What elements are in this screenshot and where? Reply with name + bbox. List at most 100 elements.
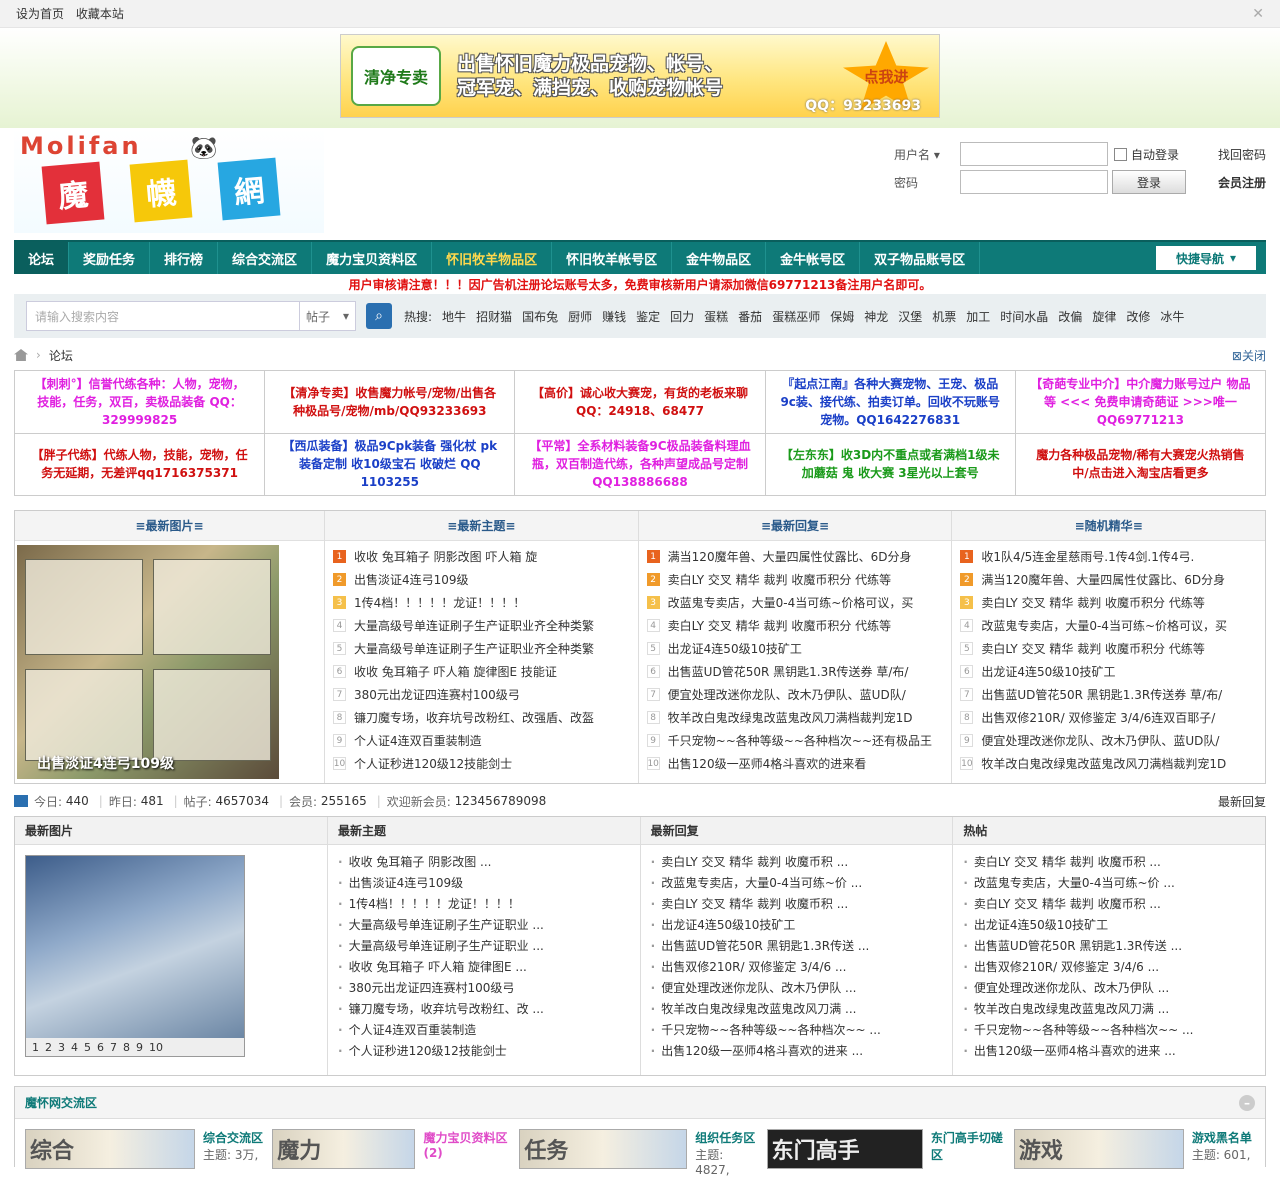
find-password-link[interactable]: 找回密码 xyxy=(1218,146,1266,163)
nav-item-rewards[interactable]: 奖励任务 xyxy=(69,242,151,274)
list-item[interactable]: 千只宠物~~各种等级~~各种档次~~ ... xyxy=(963,1019,1255,1040)
list-item[interactable]: 5 出龙证4连50级10技矿工 xyxy=(646,637,944,660)
list-item[interactable]: 4 大量高级号单连证刷子生产证职业齐全种类繁 xyxy=(333,614,630,637)
list-item[interactable]: 4 卖白LY 交叉 精华 裁判 收魔币积分 代练等 xyxy=(646,614,944,637)
list-item[interactable]: 卖白LY 交叉 精华 裁判 收魔币积 ... xyxy=(963,893,1255,914)
search-icon[interactable]: ⌕ xyxy=(366,303,392,329)
pager-number[interactable]: 10 xyxy=(149,1041,163,1054)
list-item-title[interactable]: 出龙证4连50级10技矿工 xyxy=(668,640,802,657)
ad-cell[interactable]: 【胖子代练】代练人物，技能，宠物，任务无延期，无差评qq1716375371 xyxy=(15,433,266,496)
list-item[interactable]: 1 收收 兔耳箱子 阴影改图 吓人箱 旋 xyxy=(333,545,630,568)
collapse-icon[interactable]: – xyxy=(1239,1094,1255,1111)
nav-item-taurus-accounts[interactable]: 金牛帐号区 xyxy=(766,242,861,274)
ad-cell[interactable]: 【高价】诚心收大赛宠，有货的老板来聊 QQ：24918、68477 xyxy=(515,371,766,434)
list-item-title[interactable]: 镰刀魔专场，收弃坑号改粉红、改强盾、改盔 xyxy=(354,709,594,726)
hot-item[interactable]: 冰牛 xyxy=(1160,308,1184,325)
zone-forum-item[interactable]: 东门高手 东门高手切磋区 xyxy=(766,1129,1008,1177)
hot-item[interactable]: 蛋糕 xyxy=(704,308,728,325)
pager-number[interactable]: 3 xyxy=(58,1041,65,1054)
list-item[interactable]: 7 便宜处理改迷你龙队、改木乃伊队、蓝UD队/ xyxy=(646,683,944,706)
list-item[interactable]: 10 牧羊改白鬼改绿鬼改蓝鬼改风刀满档裁判宠1D xyxy=(960,752,1257,775)
nav-item-forum[interactable]: 论坛 xyxy=(14,242,70,274)
list-item-title[interactable]: 收收 兔耳箱子 吓人箱 旋律图E 技能证 xyxy=(354,663,557,680)
list-item[interactable]: 牧羊改白鬼改绿鬼改蓝鬼改风刀满 ... xyxy=(963,998,1255,1019)
list-item[interactable]: 9 千只宠物~~各种等级~~各种档次~~还有极品王 xyxy=(646,729,944,752)
list-item[interactable]: 出售120级一巫师4格斗喜欢的进来 ... xyxy=(651,1040,943,1061)
search-type-select[interactable]: 帖子 ▾ xyxy=(300,301,356,331)
pager-number[interactable]: 9 xyxy=(136,1041,143,1054)
hot-item[interactable]: 机票 xyxy=(932,308,956,325)
zone-forum-item[interactable]: 任务 组织任务区 主题: 4827, xyxy=(519,1129,760,1177)
list-item-title[interactable]: 牧羊改白鬼改绿鬼改蓝鬼改风刀满档裁判宠1D xyxy=(668,709,913,726)
list-item[interactable]: 2 出售淡证4连弓109级 xyxy=(333,568,630,591)
list-item-title[interactable]: 大量高级号单连证刷子生产证职业齐全种类繁 xyxy=(354,617,594,634)
hot-item[interactable]: 赚钱 xyxy=(602,308,626,325)
nav-item-gemini[interactable]: 双子物品账号区 xyxy=(860,242,981,274)
hot-item[interactable]: 国布兔 xyxy=(522,308,558,325)
pager-number[interactable]: 8 xyxy=(123,1041,130,1054)
list-item-title[interactable]: 卖白LY 交叉 精华 裁判 收魔币积分 代练等 xyxy=(981,594,1205,611)
forum-name[interactable]: 组织任务区 xyxy=(695,1129,760,1146)
list-item-title[interactable]: 380元出龙证四连赛村100级弓 xyxy=(354,686,520,703)
forum-thumbnail[interactable]: 综合 xyxy=(25,1129,195,1169)
list-item[interactable]: 出龙证4连50级10技矿工 xyxy=(651,914,943,935)
list-item[interactable]: 7 380元出龙证四连赛村100级弓 xyxy=(333,683,630,706)
forum-thumbnail[interactable]: 游戏 xyxy=(1013,1129,1184,1169)
list-item[interactable]: 出售蓝UD管花50R 黑钥匙1.3R传送 ... xyxy=(651,935,943,956)
list-item[interactable]: 便宜处理改迷你龙队、改木乃伊队 ... xyxy=(963,977,1255,998)
hot-item[interactable]: 保姆 xyxy=(830,308,854,325)
list-item[interactable]: 10 出售120级一巫师4格斗喜欢的进来看 xyxy=(646,752,944,775)
hot-item[interactable]: 汉堡 xyxy=(898,308,922,325)
zone-forum-item[interactable]: 游戏 游戏黑名单 主题: 601, xyxy=(1013,1129,1255,1177)
list-item[interactable]: 收收 兔耳箱子 阴影改图 ... xyxy=(338,851,630,872)
list-item[interactable]: 8 牧羊改白鬼改绿鬼改蓝鬼改风刀满档裁判宠1D xyxy=(646,706,944,729)
list-item[interactable]: 2 满当120魔年兽、大量四属性仗露比、6D分身 xyxy=(960,568,1257,591)
list-item-title[interactable]: 卖白LY 交叉 精华 裁判 收魔币积分 代练等 xyxy=(981,640,1205,657)
list-item[interactable]: 6 出售蓝UD管花50R 黑钥匙1.3R传送券 草/布/ xyxy=(646,660,944,683)
newest-member-link[interactable]: 123456789098 xyxy=(455,794,547,808)
list-item[interactable]: 出售淡证4连弓109级 xyxy=(338,872,630,893)
hot-item[interactable]: 时间水晶 xyxy=(1000,308,1048,325)
latest-reply-link[interactable]: 最新回复 xyxy=(1218,793,1266,810)
close-link[interactable]: ⊠关闭 xyxy=(1232,347,1266,364)
list-item-title[interactable]: 出售120级一巫师4格斗喜欢的进来看 xyxy=(668,755,867,772)
list-item[interactable]: 牧羊改白鬼改绿鬼改蓝鬼改风刀满 ... xyxy=(651,998,943,1019)
zone-title[interactable]: 魔怀网交流区 xyxy=(25,1094,97,1111)
pager-number[interactable]: 2 xyxy=(45,1041,52,1054)
nav-item-taurus-items[interactable]: 金牛物品区 xyxy=(672,242,767,274)
forum-name[interactable]: 综合交流区 xyxy=(203,1129,263,1146)
ad-cell[interactable]: 【清净专卖】收售魔力帐号/宠物/出售各种极品号/宠物/mb/QQ93233693 xyxy=(265,371,516,434)
list-item-title[interactable]: 出售蓝UD管花50R 黑钥匙1.3R传送券 草/布/ xyxy=(981,686,1222,703)
forum-name[interactable]: 东门高手切磋区 xyxy=(931,1129,1008,1163)
pager-number[interactable]: 5 xyxy=(84,1041,91,1054)
hot-item[interactable]: 旋律 xyxy=(1092,308,1116,325)
login-button[interactable]: 登录 xyxy=(1112,170,1186,194)
username-label[interactable]: 用户名 ▾ xyxy=(894,146,960,163)
quick-nav-button[interactable]: 快捷导航 ▾ xyxy=(1155,246,1256,270)
ad-cell[interactable]: 【奇葩专业中介】中介魔力账号过户 物品等 <<< 免费申请奇葩证 >>>唯一QQ… xyxy=(1015,371,1266,434)
register-link[interactable]: 会员注册 xyxy=(1218,174,1266,191)
forum-thumbnail[interactable]: 魔力 xyxy=(272,1129,416,1169)
list-item[interactable]: 千只宠物~~各种等级~~各种档次~~ ... xyxy=(651,1019,943,1040)
list-item-title[interactable]: 出售蓝UD管花50R 黑钥匙1.3R传送券 草/布/ xyxy=(668,663,909,680)
list-item[interactable]: 卖白LY 交叉 精华 裁判 收魔币积 ... xyxy=(651,851,943,872)
list-item[interactable]: 个人证秒进120级12技能剑士 xyxy=(338,1040,630,1061)
nav-item-wiki[interactable]: 魔力宝贝资料区 xyxy=(312,242,433,274)
list-item-title[interactable]: 满当120魔年兽、大量四属性仗露比、6D分身 xyxy=(981,571,1225,588)
list-item[interactable]: 6 出龙证4连50级10技矿工 xyxy=(960,660,1257,683)
list-item[interactable]: 8 出售双修210R/ 双修鉴定 3/4/6连双百耶子/ xyxy=(960,706,1257,729)
list-item[interactable]: 出售双修210R/ 双修鉴定 3/4/6 ... xyxy=(651,956,943,977)
list-item-title[interactable]: 出售淡证4连弓109级 xyxy=(354,571,469,588)
list-item-title[interactable]: 便宜处理改迷你龙队、改木乃伊队、蓝UD队/ xyxy=(981,732,1219,749)
nav-item-general[interactable]: 综合交流区 xyxy=(218,242,313,274)
auto-login-checkbox[interactable]: 自动登录 xyxy=(1114,146,1179,163)
list-item-title[interactable]: 收1队4/5连金星慈雨号.1传4剑.1传4弓. xyxy=(981,548,1194,565)
list-item[interactable]: 卖白LY 交叉 精华 裁判 收魔币积 ... xyxy=(651,893,943,914)
list-item[interactable]: 大量高级号单连证刷子生产证职业 ... xyxy=(338,914,630,935)
list-item[interactable]: 1传4档！！！！！龙证！！！！ xyxy=(338,893,630,914)
list-item[interactable]: 收收 兔耳箱子 吓人箱 旋律图E ... xyxy=(338,956,630,977)
hot-item[interactable]: 改修 xyxy=(1126,308,1150,325)
hot-item[interactable]: 地牛 xyxy=(442,308,466,325)
list-item[interactable]: 2 卖白LY 交叉 精华 裁判 收魔币积分 代练等 xyxy=(646,568,944,591)
list-item[interactable]: 380元出龙证四连赛村100级弓 xyxy=(338,977,630,998)
